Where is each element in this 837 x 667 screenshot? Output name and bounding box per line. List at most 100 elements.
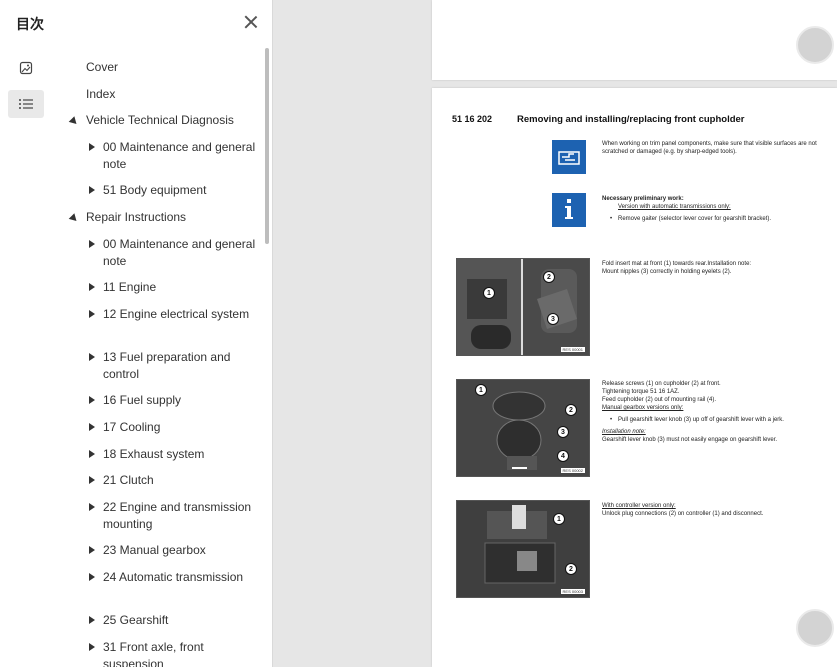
callout-1: 1 — [475, 384, 487, 396]
figure-code: RES 00001 — [560, 347, 585, 352]
outline-item-label: 11 Engine — [103, 280, 157, 294]
figure-code: RES 00003 — [560, 589, 585, 594]
step1-text: Fold insert mat at front (1) towards rea… — [602, 260, 817, 276]
collapsed-arrow-icon[interactable] — [89, 283, 95, 291]
callout-3: 3 — [547, 313, 559, 325]
outline-item-top[interactable]: Vehicle Technical Diagnosis — [58, 112, 234, 129]
outline-item-chapter[interactable]: 31 Front axle, front suspension — [58, 639, 258, 667]
outline-item-chapter[interactable]: 23 Manual gearbox — [58, 542, 258, 559]
collapsed-arrow-icon[interactable] — [89, 573, 95, 581]
outline-item-top[interactable]: Cover — [58, 59, 118, 76]
figure-controller-drawing — [457, 501, 589, 597]
collapsed-arrow-icon[interactable] — [89, 450, 95, 458]
outline-item-label: 31 Front axle, front suspension — [103, 640, 204, 667]
collapsed-arrow-icon[interactable] — [89, 143, 95, 151]
step2-text: Release screws (1) on cupholder (2) at f… — [602, 380, 817, 444]
prelim-bullet: Remove gaiter (selector lever cover for … — [602, 215, 817, 223]
step2-line3: Feed cupholder (2) out of mounting rail … — [602, 397, 717, 403]
outline-item-label: 12 Engine electrical system — [103, 307, 250, 321]
step2-install-text: Gearshift lever knob (3) must not easily… — [602, 437, 778, 443]
note-care-text: When working on trim panel components, m… — [602, 141, 817, 155]
outline-item-label: 13 Fuel preparation and control — [103, 350, 231, 381]
outline-item-chapter[interactable]: 22 Engine and transmission mounting — [58, 499, 258, 533]
sidebar-header: 目次 — [0, 0, 273, 46]
prelim-heading: Necessary preliminary work: — [602, 196, 684, 202]
list-icon — [19, 99, 33, 109]
collapsed-arrow-icon[interactable] — [89, 503, 95, 511]
outline-item-label: 18 Exhaust system — [103, 447, 205, 461]
collapsed-arrow-icon[interactable] — [89, 396, 95, 404]
sidebar-title: 目次 — [16, 16, 44, 32]
step1-line1: Fold insert mat at front (1) towards rea… — [602, 261, 752, 267]
step2-bullet: Pull gearshift lever knob (3) up off of … — [602, 416, 817, 424]
outline-item-chapter[interactable]: 21 Clutch — [58, 472, 258, 489]
collapsed-arrow-icon[interactable] — [89, 546, 95, 554]
figure-code: RES 00002 — [560, 468, 585, 473]
figure-insert-mat-drawing — [457, 259, 589, 355]
figure-controller-plugs: 1 2 RES 00003 — [456, 500, 590, 598]
outline-item-chapter[interactable]: 00 Maintenance and general note — [58, 236, 258, 270]
step1-line2: Mount nipples (3) correctly in holding e… — [602, 269, 732, 275]
collapsed-arrow-icon[interactable] — [89, 423, 95, 431]
outline-item-label: Vehicle Technical Diagnosis — [86, 113, 234, 127]
callout-2: 2 — [543, 271, 555, 283]
outline-item-top[interactable]: Index — [58, 86, 115, 103]
outline-tree: Cover Index Vehicle Technical Diagnosis 00 … — [58, 46, 263, 667]
collapsed-arrow-icon[interactable] — [89, 476, 95, 484]
outline-item-chapter[interactable]: 00 Maintenance and general note — [58, 139, 258, 173]
document-number: 51 16 202 — [452, 114, 493, 124]
collapsed-arrow-icon[interactable] — [89, 240, 95, 248]
figure-cupholder-screws: 1 2 3 4 RES 00002 — [456, 379, 590, 477]
hand-book-icon — [552, 140, 586, 174]
outline-tab[interactable] — [8, 90, 44, 118]
close-icon[interactable] — [241, 12, 261, 32]
callout-3: 3 — [557, 426, 569, 438]
pdf-page-previous — [432, 0, 837, 80]
outline-item-label: 24 Automatic transmission — [103, 570, 244, 584]
step2-install-heading: Installation note: — [602, 429, 646, 435]
callout-1: 1 — [483, 287, 495, 299]
outline-item-chapter[interactable]: 13 Fuel preparation and control — [58, 349, 258, 383]
collapsed-arrow-icon[interactable] — [89, 353, 95, 361]
outline-item-label: Repair Instructions — [86, 210, 187, 224]
callout-2: 2 — [565, 404, 577, 416]
step2-line1: Release screws (1) on cupholder (2) at f… — [602, 381, 721, 387]
collapsed-arrow-icon[interactable] — [89, 643, 95, 651]
step2-line2: Tightening torque 51 16 1AZ. — [602, 389, 680, 395]
outline-item-label: Index — [86, 87, 116, 101]
outline-item-chapter[interactable]: 17 Cooling — [58, 419, 258, 436]
figure-insert-mat: 1 2 3 RES 00001 — [456, 258, 590, 356]
sidebar-tabs — [8, 54, 46, 126]
expanded-arrow-icon[interactable] — [68, 213, 80, 224]
outline-item-top[interactable]: Repair Instructions — [58, 209, 186, 226]
outline-item-chapter[interactable]: 12 Engine electrical system — [58, 306, 258, 323]
sidebar-scrollbar[interactable] — [265, 48, 269, 244]
outline-item-chapter[interactable]: 11 Engine — [58, 279, 258, 296]
thumbnails-tab[interactable] — [8, 54, 44, 82]
image-icon — [19, 61, 33, 75]
collapsed-arrow-icon[interactable] — [89, 616, 95, 624]
document-title: Removing and installing/replacing front … — [517, 114, 745, 125]
outline-item-chapter[interactable]: 51 Body equipment — [58, 182, 258, 199]
outline-item-label: 22 Engine and transmission mounting — [103, 500, 252, 531]
preliminary-work-text: Necessary preliminary work: Version with… — [602, 195, 817, 223]
outline-sidebar: 目次 Cover Index Vehicle Technical Diagnosis… — [0, 0, 273, 667]
outline-item-label: Cover — [86, 60, 119, 74]
callout-4: 4 — [557, 450, 569, 462]
info-icon — [552, 193, 586, 227]
outline-item-label: 25 Gearshift — [103, 613, 169, 627]
zoom-button[interactable] — [796, 609, 834, 647]
outline-item-chapter[interactable]: 16 Fuel supply — [58, 392, 258, 409]
expanded-arrow-icon[interactable] — [68, 116, 80, 127]
outline-item-chapter[interactable]: 25 Gearshift — [58, 612, 258, 629]
outline-item-chapter[interactable]: 18 Exhaust system — [58, 446, 258, 463]
outline-item-label: 51 Body equipment — [103, 183, 207, 197]
collapsed-arrow-icon[interactable] — [89, 186, 95, 194]
prelim-sub: Version with automatic transmissions onl… — [618, 204, 731, 210]
callout-1: 1 — [553, 513, 565, 525]
pdf-page-current: 51 16 202 Removing and installing/replac… — [432, 88, 837, 667]
outline-item-label: 00 Maintenance and general note — [103, 237, 256, 268]
outline-item-chapter[interactable]: 24 Automatic transmission — [58, 569, 258, 586]
zoom-button[interactable] — [796, 26, 834, 64]
collapsed-arrow-icon[interactable] — [89, 310, 95, 318]
